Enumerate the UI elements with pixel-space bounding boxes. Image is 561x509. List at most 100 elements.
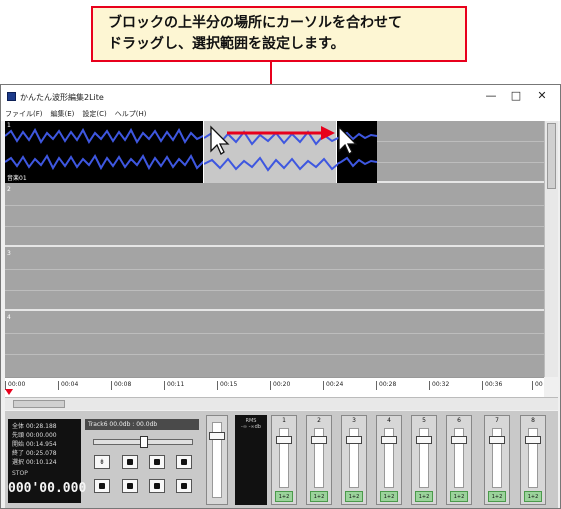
track-4[interactable]: 4	[5, 313, 544, 377]
mixer-channel: 5 1+2	[411, 415, 437, 505]
fader-knob[interactable]	[416, 436, 432, 444]
drag-arrow-icon	[210, 125, 357, 155]
track-number: 1	[7, 122, 11, 129]
minimize-button[interactable]: —	[480, 88, 502, 104]
record-button[interactable]	[94, 479, 110, 493]
block-label: 音楽01	[7, 175, 27, 182]
channel-assign-button[interactable]: 1+2	[310, 491, 328, 502]
ruler-tick: 00:15	[217, 381, 237, 390]
ruler-tick: 00	[532, 381, 543, 390]
play-button[interactable]	[176, 455, 192, 469]
ruler-tick: 00:32	[429, 381, 449, 390]
channel-assign-button[interactable]: 1+2	[275, 491, 293, 502]
channel-number: 2	[317, 417, 321, 424]
ruler-tick: 00:08	[111, 381, 131, 390]
horizontal-scrollbar[interactable]	[5, 397, 558, 410]
ruler-tick: 00:04	[58, 381, 78, 390]
track-1[interactable]: 1 音楽01	[5, 121, 544, 183]
track-2[interactable]: 2	[5, 185, 544, 247]
time-counter: 000'00.000	[8, 481, 87, 496]
stop-icon	[154, 459, 160, 465]
mixer-channel: 1 1+2	[271, 415, 297, 505]
close-button[interactable]: ✕	[531, 88, 553, 104]
menu-edit[interactable]: 編集(E)	[51, 107, 75, 121]
grid-line	[377, 162, 544, 163]
control-panel: 全体 00:28.188 先頭 00:00.000 開始 00:14.954 終…	[5, 411, 558, 508]
channel-number: 6	[457, 417, 461, 424]
track-number: 2	[7, 186, 11, 193]
time-row: 先頭 00:00.000	[12, 432, 57, 439]
vertical-scrollbar[interactable]	[544, 121, 558, 377]
channel-assign-button[interactable]: 1+2	[380, 491, 398, 502]
fader-knob[interactable]	[311, 436, 327, 444]
channel-number: 5	[422, 417, 426, 424]
fader-knob[interactable]	[209, 432, 225, 440]
track-area[interactable]: 1 音楽01 2 3 4	[5, 121, 544, 377]
callout-line-1: ブロックの上半分の場所にカーソルを合わせて	[108, 15, 402, 31]
channel-number: 3	[352, 417, 356, 424]
grid-line	[377, 141, 544, 142]
channel-number: 7	[495, 417, 499, 424]
channel-number: 1	[282, 417, 286, 424]
end-button[interactable]	[176, 479, 192, 493]
maximize-button[interactable]: □	[505, 88, 527, 104]
split-icon: ⇟	[99, 458, 105, 466]
grid-line	[5, 269, 544, 270]
pause-button[interactable]	[122, 479, 138, 493]
fader-knob[interactable]	[381, 436, 397, 444]
channel-assign-button[interactable]: 1+2	[345, 491, 363, 502]
position-slider[interactable]	[93, 436, 193, 448]
split-button[interactable]: ⇟	[94, 455, 110, 469]
rms-value: -∞ -∞db	[241, 424, 261, 430]
mixer-channel: 8 1+2	[520, 415, 546, 505]
master-fader[interactable]	[206, 415, 228, 505]
app-window: かんたん波形編集2Lite — □ ✕ ファイル(F) 編集(E) 設定(C) …	[0, 84, 561, 509]
timeline-ruler[interactable]: 00:00 00:04 00:08 00:11 00:15 00:20 00:2…	[5, 377, 544, 397]
mixer-channel: 6 1+2	[446, 415, 472, 505]
fader-knob[interactable]	[276, 436, 292, 444]
channel-number: 4	[387, 417, 391, 424]
loop-icon	[154, 483, 160, 489]
pause-icon	[127, 483, 133, 489]
menu-file[interactable]: ファイル(F)	[5, 107, 43, 121]
audio-block[interactable]: 1 音楽01	[5, 121, 377, 183]
time-row: 終了 00:25.078	[12, 450, 57, 457]
fader-knob[interactable]	[525, 436, 541, 444]
rms-meter: RMS -∞ -∞db	[235, 415, 267, 505]
channel-assign-button[interactable]: 1+2	[415, 491, 433, 502]
grid-line	[5, 354, 544, 355]
slider-knob[interactable]	[140, 436, 148, 448]
time-row: 全体 00:28.188	[12, 423, 57, 430]
mixer-channel: 4 1+2	[376, 415, 402, 505]
fader-knob[interactable]	[451, 436, 467, 444]
track-number: 4	[7, 314, 11, 321]
time-row: 選択 00:10.124	[12, 459, 57, 466]
channel-assign-button[interactable]: 1+2	[488, 491, 506, 502]
loop-button[interactable]	[149, 479, 165, 493]
playhead-marker[interactable]	[5, 389, 13, 395]
time-row: 開始 00:14.954	[12, 441, 57, 448]
ruler-tick: 00:11	[164, 381, 184, 390]
scroll-thumb[interactable]	[547, 123, 556, 189]
stop-button[interactable]	[149, 455, 165, 469]
channel-assign-button[interactable]: 1+2	[524, 491, 542, 502]
grid-line	[5, 290, 544, 291]
ruler-tick: 00:20	[270, 381, 290, 390]
menu-settings[interactable]: 設定(C)	[82, 107, 106, 121]
app-icon	[7, 92, 16, 101]
scroll-thumb[interactable]	[13, 400, 65, 408]
play-icon	[181, 459, 187, 465]
instruction-callout: ブロックの上半分の場所にカーソルを合わせて ドラッグし、選択範囲を設定します。	[91, 6, 467, 62]
track-3[interactable]: 3	[5, 249, 544, 311]
ruler-tick: 00:28	[376, 381, 396, 390]
fader-knob[interactable]	[346, 436, 362, 444]
channel-assign-button[interactable]: 1+2	[450, 491, 468, 502]
mixer-channel: 7 1+2	[484, 415, 510, 505]
rewind-button[interactable]	[122, 455, 138, 469]
fader-knob[interactable]	[489, 436, 505, 444]
grid-line	[5, 205, 544, 206]
grid-line	[5, 333, 544, 334]
menu-help[interactable]: ヘルプ(H)	[115, 107, 147, 121]
grid-line	[5, 226, 544, 227]
callout-line-2: ドラッグし、選択範囲を設定します。	[108, 36, 345, 52]
